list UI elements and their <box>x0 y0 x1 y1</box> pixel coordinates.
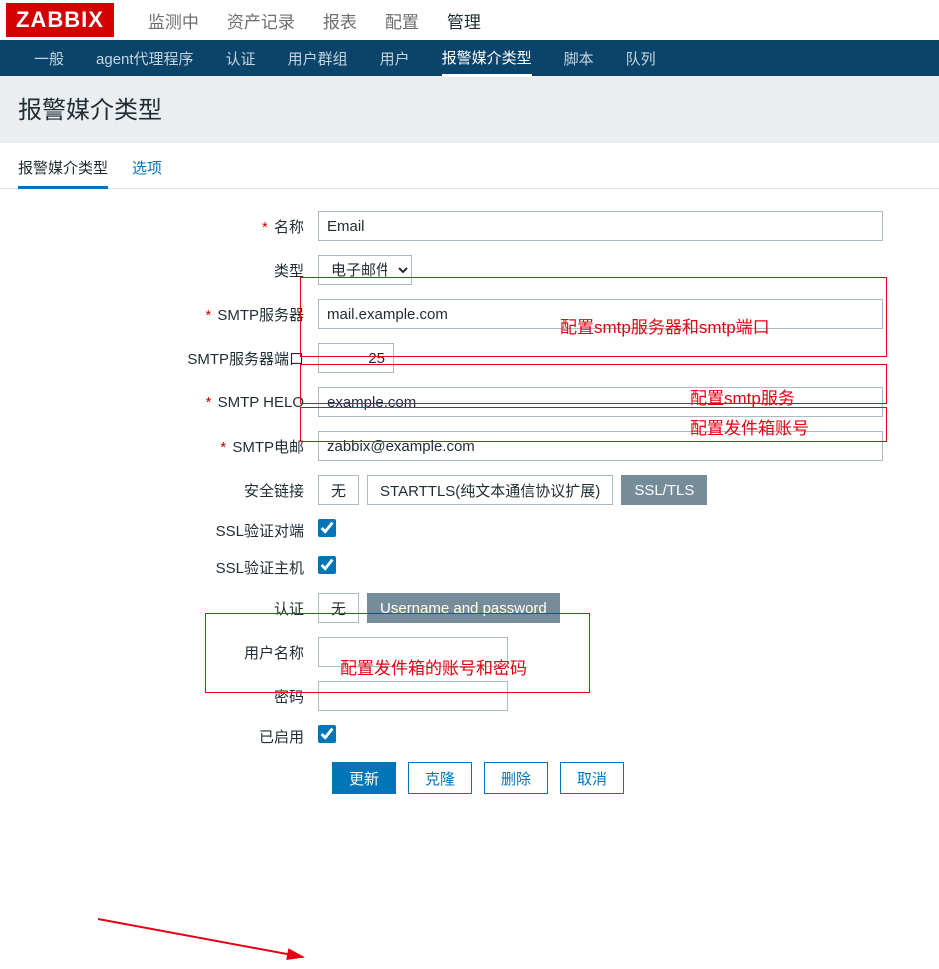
input-smtp-helo[interactable] <box>318 387 883 417</box>
update-button[interactable]: 更新 <box>332 762 396 794</box>
input-smtp-email[interactable] <box>318 431 883 461</box>
media-type-form: * 名称 类型 电子邮件 * SMTP服务器 SMTP服务器端口 * SMTP … <box>0 189 939 816</box>
top-nav: ZABBIX 监测中 资产记录 报表 配置 管理 <box>0 0 939 40</box>
tabs: 报警媒介类型 选项 <box>0 143 939 189</box>
topnav-config[interactable]: 配置 <box>385 0 419 40</box>
subnav-scripts[interactable]: 脚本 <box>564 40 594 76</box>
select-type[interactable]: 电子邮件 <box>318 255 412 285</box>
topnav-reports[interactable]: 报表 <box>323 0 357 40</box>
security-none[interactable]: 无 <box>318 475 359 505</box>
topnav-inventory[interactable]: 资产记录 <box>227 0 295 40</box>
topnav-monitoring[interactable]: 监测中 <box>148 0 199 40</box>
label-smtp-server: SMTP服务器 <box>217 307 304 324</box>
checkbox-enabled[interactable] <box>318 725 336 743</box>
cancel-button[interactable]: 取消 <box>560 762 624 794</box>
label-smtp-port: SMTP服务器端口 <box>187 351 304 368</box>
label-ssl-host: SSL验证主机 <box>216 560 304 577</box>
logo: ZABBIX <box>6 3 114 37</box>
input-smtp-port[interactable] <box>318 343 394 373</box>
checkbox-ssl-peer[interactable] <box>318 519 336 537</box>
input-username[interactable] <box>318 637 508 667</box>
label-security: 安全链接 <box>244 483 304 500</box>
auth-none[interactable]: 无 <box>318 593 359 623</box>
label-smtp-email: SMTP电邮 <box>232 439 304 456</box>
input-password[interactable] <box>318 681 508 711</box>
subnav-auth[interactable]: 认证 <box>226 40 256 76</box>
input-smtp-server[interactable] <box>318 299 883 329</box>
tab-mediatype[interactable]: 报警媒介类型 <box>18 157 108 189</box>
subnav-general[interactable]: 一般 <box>34 40 64 76</box>
topnav-admin[interactable]: 管理 <box>447 0 481 40</box>
label-ssl-peer: SSL验证对端 <box>216 523 304 540</box>
subnav-usergroups[interactable]: 用户群组 <box>288 40 348 76</box>
clone-button[interactable]: 克隆 <box>408 762 472 794</box>
checkbox-ssl-host[interactable] <box>318 556 336 574</box>
label-password: 密码 <box>274 689 304 706</box>
security-starttls[interactable]: STARTTLS(纯文本通信协议扩展) <box>367 475 613 505</box>
page-header: 报警媒介类型 <box>0 76 939 143</box>
input-name[interactable] <box>318 211 883 241</box>
delete-button[interactable]: 删除 <box>484 762 548 794</box>
security-ssltls[interactable]: SSL/TLS <box>621 475 707 505</box>
annotation-arrow <box>98 909 313 969</box>
page-title: 报警媒介类型 <box>18 90 921 125</box>
label-enabled: 已启用 <box>259 729 304 746</box>
label-auth: 认证 <box>274 601 304 618</box>
subnav-users[interactable]: 用户 <box>380 40 410 76</box>
auth-userpass[interactable]: Username and password <box>367 593 560 623</box>
subnav-queue[interactable]: 队列 <box>626 40 656 76</box>
tab-options[interactable]: 选项 <box>132 157 162 188</box>
label-smtp-helo: SMTP HELO <box>218 394 304 411</box>
label-username: 用户名称 <box>244 645 304 662</box>
subnav-proxies[interactable]: agent代理程序 <box>96 40 194 76</box>
label-type: 类型 <box>274 263 304 280</box>
label-name: 名称 <box>274 219 304 236</box>
